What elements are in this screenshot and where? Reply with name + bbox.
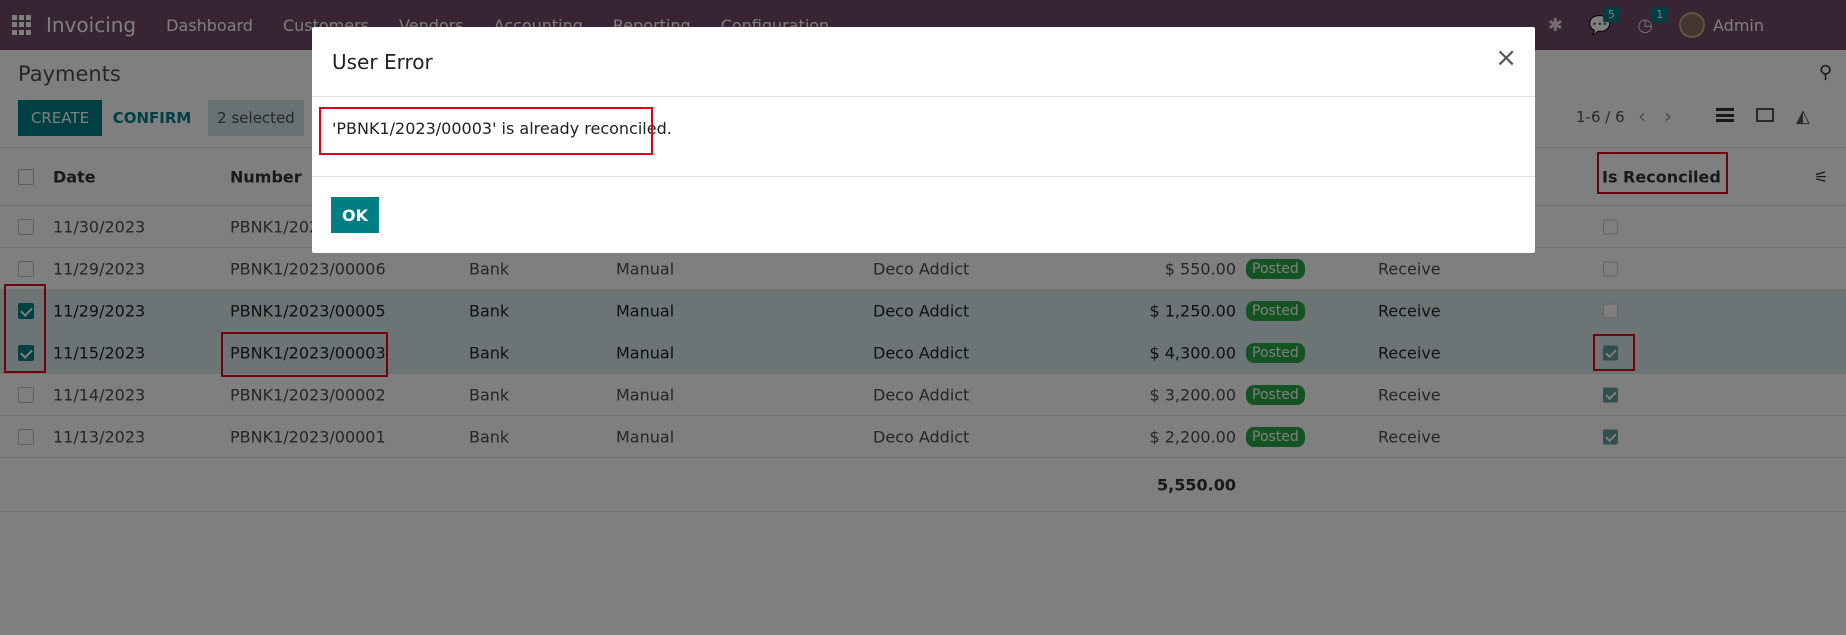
annotation-box-error-message [319,107,653,155]
dialog-title: User Error [332,50,433,74]
user-error-dialog: User Error × 'PBNK1/2023/00003' is alrea… [312,27,1535,253]
ok-button[interactable]: OK [331,197,379,233]
close-icon[interactable]: × [1495,45,1517,71]
dialog-header: User Error × [312,27,1535,97]
dialog-body: 'PBNK1/2023/00003' is already reconciled… [312,97,1535,177]
dialog-footer: OK [312,177,1535,253]
